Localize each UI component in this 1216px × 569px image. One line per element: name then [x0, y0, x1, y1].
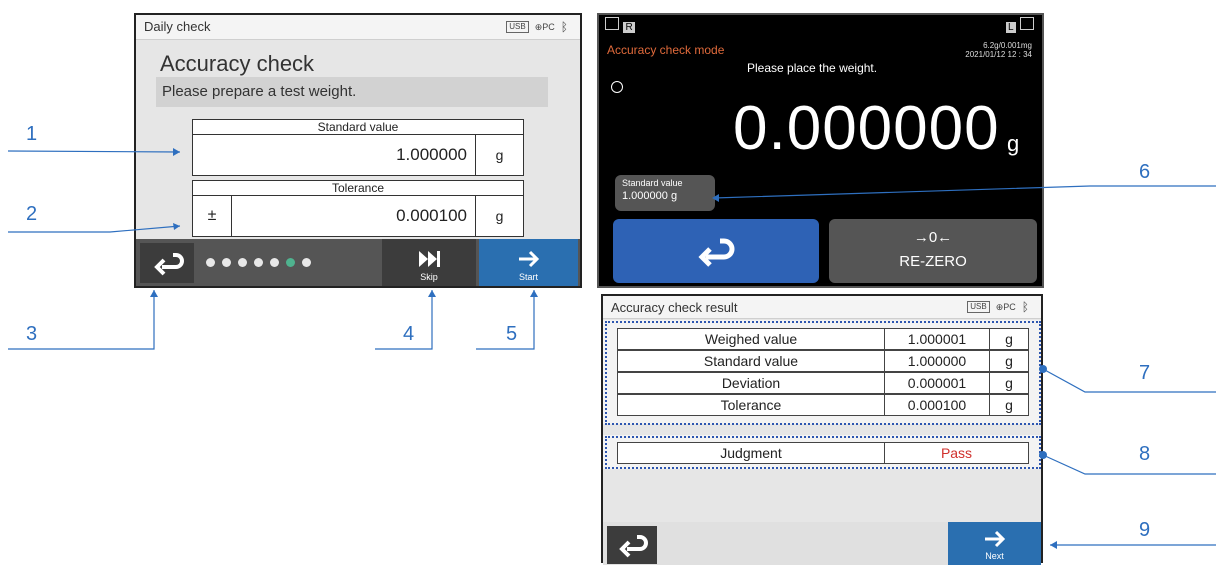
callout-2: 2 — [26, 203, 38, 225]
callout-8: 8 — [1139, 443, 1151, 465]
callout-1: 1 — [26, 123, 38, 145]
callout-lines — [7, 148, 1216, 549]
callout-6: 6 — [1139, 161, 1151, 183]
callout-5: 5 — [506, 323, 518, 345]
callout-3: 3 — [26, 323, 38, 345]
callout-7: 7 — [1139, 362, 1151, 384]
callout-9: 9 — [1139, 519, 1151, 541]
callout-4: 4 — [403, 323, 415, 345]
